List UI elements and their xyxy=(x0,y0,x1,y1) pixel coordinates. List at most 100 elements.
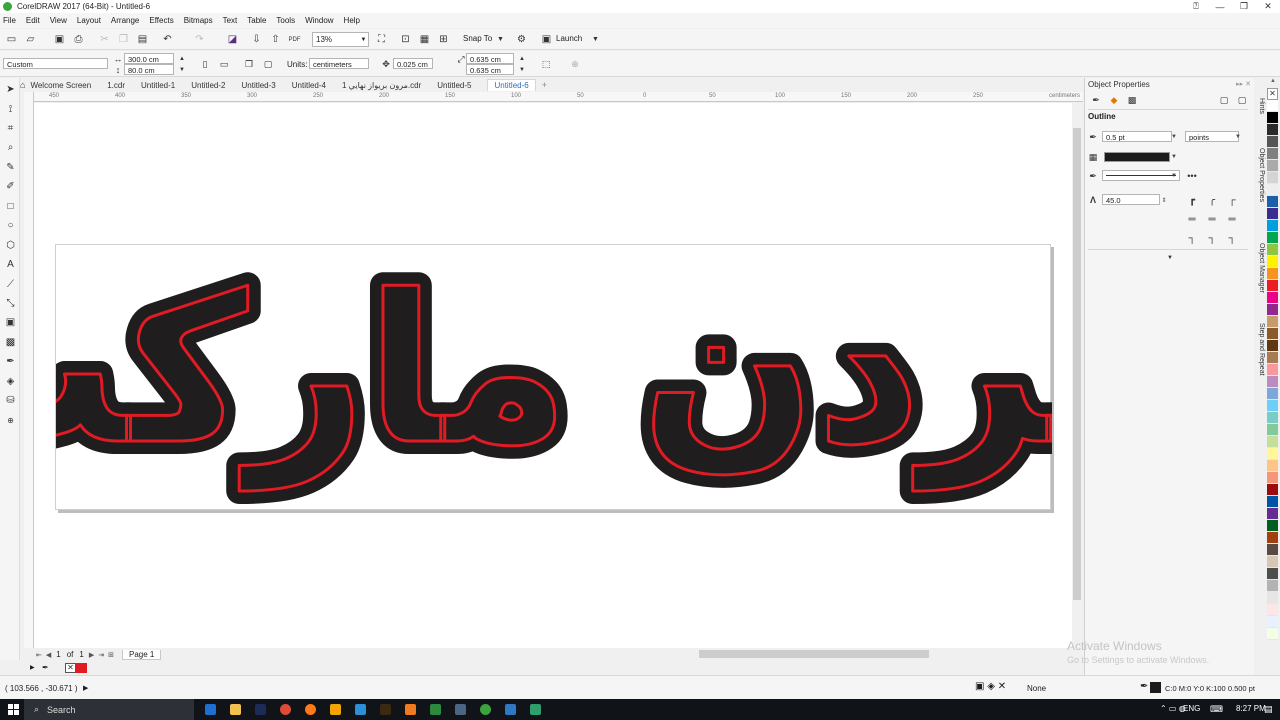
menu-view[interactable]: View xyxy=(50,16,67,25)
all-pages-icon[interactable]: ❐ xyxy=(243,58,255,70)
parallel-dimension-icon[interactable]: ⟋ xyxy=(4,278,17,291)
save-icon[interactable]: ▣ xyxy=(53,33,66,46)
copy-icon[interactable]: ❐ xyxy=(117,33,130,46)
last-page-icon[interactable]: ⇥ xyxy=(98,651,104,659)
palette-color-swatch[interactable] xyxy=(1267,460,1278,472)
palette-color-swatch[interactable] xyxy=(1267,544,1278,556)
panel-options-icon[interactable]: ▢ xyxy=(1236,94,1248,106)
document-page[interactable]: جردن مارکت جردن مارکت xyxy=(55,244,1052,510)
vertical-scroll-thumb[interactable] xyxy=(1073,128,1081,600)
object-manager-tab[interactable]: Object Manager xyxy=(1254,243,1265,293)
menu-bitmaps[interactable]: Bitmaps xyxy=(184,16,213,25)
centered-position-icon[interactable]: ┐ xyxy=(1205,231,1219,245)
undo-icon[interactable]: ↶ xyxy=(161,33,174,46)
horizontal-ruler[interactable]: 450 400 350 300 250 200 150 100 50 0 50 … xyxy=(34,92,1083,102)
palette-color-swatch[interactable] xyxy=(1267,100,1278,112)
portrait-icon[interactable]: ▯ xyxy=(199,58,211,70)
menu-table[interactable]: Table xyxy=(247,16,266,25)
palette-color-swatch[interactable] xyxy=(1267,268,1278,280)
tab-1-cdr[interactable]: 1.cdr xyxy=(107,81,125,90)
fill-tab-icon[interactable]: ◆ xyxy=(1108,94,1120,106)
palette-color-swatch[interactable] xyxy=(1267,568,1278,580)
rectangle-tool-icon[interactable]: □ xyxy=(4,200,17,213)
menu-effects[interactable]: Effects xyxy=(149,16,173,25)
show-more-icon[interactable]: ▼ xyxy=(1164,252,1176,264)
photoshop-icon[interactable] xyxy=(255,704,266,715)
tab-untitled-3[interactable]: Untitled-3 xyxy=(242,81,276,90)
palette-color-swatch[interactable] xyxy=(1267,604,1278,616)
palette-color-swatch[interactable] xyxy=(1267,412,1278,424)
sun-app-icon[interactable] xyxy=(330,704,341,715)
previous-page-icon[interactable]: ◀ xyxy=(46,651,51,659)
palette-scroll-up-icon[interactable]: ▲ xyxy=(1266,78,1280,88)
ellipse-tool-icon[interactable]: ○ xyxy=(4,219,17,232)
close-button[interactable]: ✕ xyxy=(1256,0,1280,13)
menu-arrange[interactable]: Arrange xyxy=(111,16,139,25)
duplicate-y-spinner-icon[interactable]: ▼ xyxy=(516,64,528,76)
palette-color-swatch[interactable] xyxy=(1267,256,1278,268)
palette-color-swatch[interactable] xyxy=(1267,124,1278,136)
menu-layout[interactable]: Layout xyxy=(77,16,101,25)
menu-window[interactable]: Window xyxy=(305,16,333,25)
edge-icon[interactable] xyxy=(205,704,216,715)
connector-tool-icon[interactable]: ⤡ xyxy=(4,297,17,310)
tab-untitled-5[interactable]: Untitled-5 xyxy=(437,81,471,90)
help-icon[interactable]: ⍰ xyxy=(1184,0,1208,13)
open-icon[interactable]: ▱ xyxy=(24,33,37,46)
palette-color-swatch[interactable] xyxy=(1267,520,1278,532)
tray-icons[interactable]: ⌃ ▭ ◍ xyxy=(1160,704,1186,713)
palette-color-swatch[interactable] xyxy=(1267,472,1278,484)
outline-color-status-swatch[interactable] xyxy=(1150,682,1161,693)
palette-color-swatch[interactable] xyxy=(1267,424,1278,436)
palette-color-swatch[interactable] xyxy=(1267,112,1278,124)
duplicate-x-field[interactable]: 0.635 cm xyxy=(466,53,514,64)
fill-status-icon[interactable]: ▣ ◈ ✕ xyxy=(975,681,1006,692)
palette-color-swatch[interactable] xyxy=(1267,484,1278,496)
tab-persian-file[interactable]: مرون بريواز نهايي 1.cdr xyxy=(342,81,421,90)
page-1-tab[interactable]: Page 1 xyxy=(121,649,162,660)
miter-corner-icon[interactable]: ┏ xyxy=(1185,193,1199,207)
show-rulers-icon[interactable]: ⊡ xyxy=(399,33,412,46)
search-content-icon[interactable]: ◪ xyxy=(226,33,239,46)
palette-color-swatch[interactable] xyxy=(1267,280,1278,292)
palette-no-color-swatch[interactable]: ✕ xyxy=(1267,88,1278,100)
expand-panel-icon[interactable]: ▢ xyxy=(1218,94,1230,106)
show-guidelines-icon[interactable]: ⊞ xyxy=(437,33,450,46)
tab-untitled-4[interactable]: Untitled-4 xyxy=(292,81,326,90)
palette-color-swatch[interactable] xyxy=(1267,628,1278,640)
drawing-canvas[interactable]: جردن مارکت جردن مارکت xyxy=(34,103,1072,648)
landscape-icon[interactable]: ▭ xyxy=(218,58,230,70)
horizontal-scroll-thumb[interactable] xyxy=(699,650,929,658)
round-corner-icon[interactable]: ╭ xyxy=(1205,193,1219,207)
app-grid-icon[interactable] xyxy=(530,704,541,715)
redo-icon[interactable]: ↷ xyxy=(193,33,206,46)
illustrator-icon[interactable] xyxy=(380,704,391,715)
snap-to-button[interactable]: Snap To xyxy=(463,34,492,43)
polygon-tool-icon[interactable]: ⬡ xyxy=(4,239,17,252)
paper-preset-select[interactable]: Custom xyxy=(3,58,108,69)
file-explorer-icon[interactable] xyxy=(230,704,241,715)
import-icon[interactable]: ⇩ xyxy=(250,33,263,46)
clock-time[interactable]: 8:27 PM xyxy=(1236,704,1266,713)
palette-color-swatch[interactable] xyxy=(1267,496,1278,508)
pick-tool-icon[interactable]: ➤ xyxy=(4,83,17,96)
outside-position-icon[interactable]: ┐ xyxy=(1185,231,1199,245)
notifications-icon[interactable]: ▤ xyxy=(1264,704,1273,715)
palette-color-swatch[interactable] xyxy=(1267,220,1278,232)
square-cap-icon[interactable]: ═ xyxy=(1225,212,1239,226)
zoom-level-field[interactable]: 13% xyxy=(312,32,360,47)
paste-icon[interactable]: ▤ xyxy=(136,33,149,46)
page-width-field[interactable]: 300.0 cm xyxy=(124,53,174,64)
snap-dropdown-icon[interactable]: ▼ xyxy=(494,33,507,46)
hints-tab[interactable]: Hints xyxy=(1254,98,1265,114)
palette-color-swatch[interactable] xyxy=(1267,592,1278,604)
inside-position-icon[interactable]: ┐ xyxy=(1225,231,1239,245)
menu-text[interactable]: Text xyxy=(223,16,238,25)
eyedropper-small-icon[interactable]: ✒ xyxy=(42,663,49,672)
palette-color-swatch[interactable] xyxy=(1267,136,1278,148)
print-icon[interactable]: ⎙ xyxy=(72,33,85,46)
palette-color-swatch[interactable] xyxy=(1267,172,1278,184)
palette-color-swatch[interactable] xyxy=(1267,556,1278,568)
publish-pdf-icon[interactable]: PDF xyxy=(288,33,301,46)
full-screen-icon[interactable]: ⛶ xyxy=(375,33,388,46)
